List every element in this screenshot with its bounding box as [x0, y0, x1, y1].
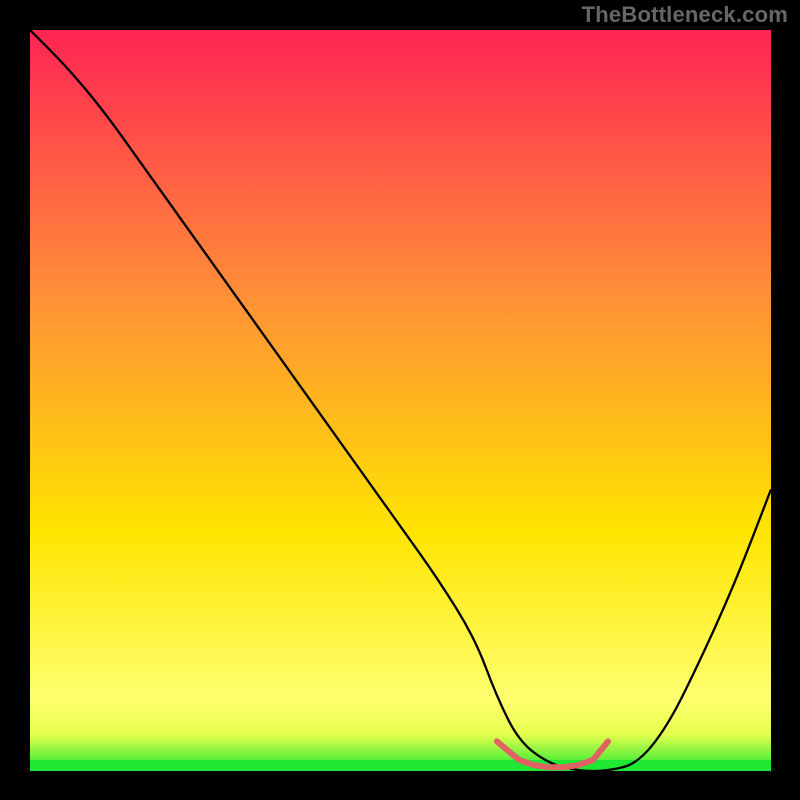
plot-area	[30, 30, 771, 771]
plot-svg	[30, 30, 771, 771]
watermark-text: TheBottleneck.com	[582, 2, 788, 28]
gradient-background	[30, 30, 771, 771]
green-bottom-band	[30, 760, 771, 771]
chart-frame: TheBottleneck.com	[0, 0, 800, 800]
